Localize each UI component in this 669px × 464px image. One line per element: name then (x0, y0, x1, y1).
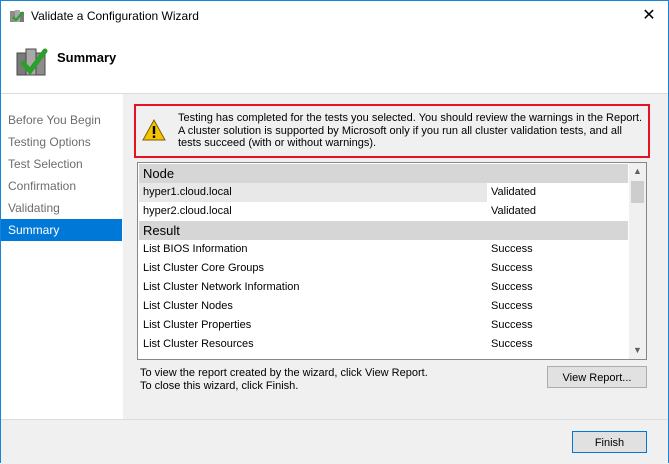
result-status: Success (491, 281, 533, 293)
nav-item-validating[interactable]: Validating (1, 197, 122, 219)
wizard-footer: Finish (1, 419, 668, 464)
cluster-app-icon (10, 10, 24, 22)
result-name: List BIOS Information (143, 243, 248, 255)
window-title: Validate a Configuration Wizard (31, 9, 199, 23)
report-scrollbar[interactable]: ▲ ▼ (629, 163, 646, 359)
scroll-down-icon[interactable]: ▼ (629, 342, 646, 359)
result-section-header: Result (139, 221, 628, 240)
table-row[interactable]: hyper1.cloud.local Validated (139, 183, 628, 202)
scroll-up-icon[interactable]: ▲ (629, 163, 646, 180)
result-name: List Cluster Nodes (143, 300, 233, 312)
table-row[interactable]: List Cluster Resources Success (139, 335, 628, 354)
node-section-header: Node (139, 164, 628, 183)
table-row[interactable]: List Cluster Properties Success (139, 316, 628, 335)
warning-banner: Testing has completed for the tests you … (134, 104, 650, 158)
report-viewer[interactable]: Node hyper1.cloud.local Validated hyper2… (137, 162, 647, 360)
page-title: Summary (57, 50, 117, 65)
wizard-body: Before You Begin Testing Options Test Se… (1, 93, 668, 464)
view-report-hint: To view the report created by the wizard… (140, 367, 428, 379)
result-status: Success (491, 262, 533, 274)
nav-item-before-you-begin[interactable]: Before You Begin (1, 109, 122, 131)
finish-hint: To close this wizard, click Finish. (140, 380, 299, 392)
wizard-steps-nav: Before You Begin Testing Options Test Se… (1, 94, 122, 419)
wizard-window: Validate a Configuration Wizard ✕ Summar… (0, 0, 669, 464)
node-name: hyper2.cloud.local (143, 205, 232, 217)
view-report-button[interactable]: View Report... (547, 366, 647, 388)
node-status: Validated (487, 183, 628, 202)
table-row[interactable]: List Cluster Core Groups Success (139, 259, 628, 278)
footer-button-area: Finish (123, 420, 668, 464)
node-name: hyper1.cloud.local (143, 186, 232, 198)
info-text: To view the report created by the wizard… (140, 367, 428, 393)
result-status: Success (491, 319, 533, 331)
nav-item-summary[interactable]: Summary (1, 219, 122, 241)
table-row[interactable]: List Cluster Nodes Success (139, 297, 628, 316)
title-bar[interactable]: Validate a Configuration Wizard ✕ (1, 1, 668, 31)
scrollbar-thumb[interactable] (631, 181, 644, 203)
table-row[interactable]: hyper2.cloud.local Validated (139, 202, 628, 221)
nav-item-testing-options[interactable]: Testing Options (1, 131, 122, 153)
result-status: Success (491, 338, 533, 350)
result-name: List Cluster Core Groups (143, 262, 265, 274)
warning-icon (142, 119, 166, 141)
wizard-header: Summary (1, 31, 668, 91)
node-status: Validated (491, 205, 537, 217)
result-status: Success (491, 243, 533, 255)
result-name: List Cluster Resources (143, 338, 254, 350)
result-name: List Cluster Network Information (143, 281, 300, 293)
cluster-validate-icon (16, 48, 48, 76)
table-row[interactable]: List BIOS Information Success (139, 240, 628, 259)
close-icon[interactable]: ✕ (640, 7, 658, 25)
result-name: List Cluster Properties (143, 319, 252, 331)
nav-item-test-selection[interactable]: Test Selection (1, 153, 122, 175)
finish-button[interactable]: Finish (572, 431, 647, 453)
nav-item-confirmation[interactable]: Confirmation (1, 175, 122, 197)
table-row[interactable]: List Cluster Network Information Success (139, 278, 628, 297)
result-status: Success (491, 300, 533, 312)
warning-message: Testing has completed for the tests you … (178, 112, 643, 149)
summary-content: Testing has completed for the tests you … (123, 94, 668, 419)
